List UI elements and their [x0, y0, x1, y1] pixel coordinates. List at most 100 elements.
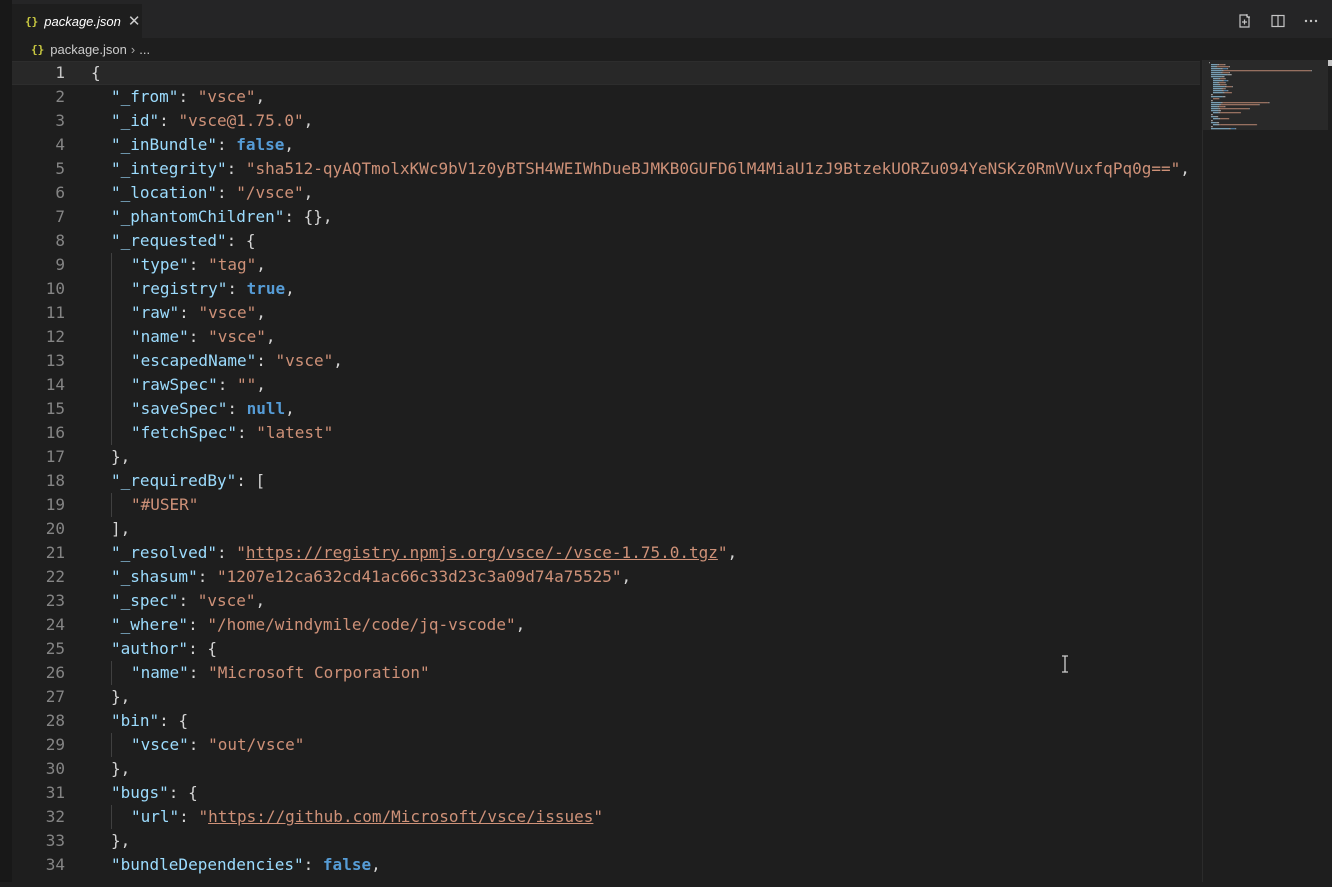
code-token: "_phantomChildren"	[111, 207, 285, 226]
code-token: "url"	[131, 807, 180, 826]
code-token: "name"	[131, 663, 189, 682]
breadcrumb-file[interactable]: package.json	[50, 42, 127, 57]
minimap-slider[interactable]	[1203, 60, 1329, 130]
code-line[interactable]: 13 "escapedName": "vsce",	[12, 349, 1200, 373]
code-editor[interactable]: 1{2 "_from": "vsce", 3 "_id": "vsce@1.75.0"…	[12, 61, 1200, 882]
code-line[interactable]: 31 "bugs": {	[12, 781, 1200, 805]
split-editor-icon[interactable]	[1269, 12, 1287, 30]
code-token: : {	[226, 231, 256, 250]
code-line[interactable]: 28 "bin": {	[12, 709, 1200, 733]
code-text: "#USER"	[131, 493, 198, 517]
code-line[interactable]: 19 "#USER"	[12, 493, 1200, 517]
code-token: :	[188, 615, 208, 634]
line-number: 31	[45, 783, 65, 802]
code-token: "saveSpec"	[131, 399, 228, 418]
code-line[interactable]: 14 "rawSpec": "",	[12, 373, 1200, 397]
line-number: 19	[45, 495, 65, 514]
code-line[interactable]: 30},	[12, 757, 1200, 781]
breadcrumb-symbols[interactable]: ...	[139, 42, 150, 57]
code-line[interactable]: 32 "url": "https://github.com/Microsoft/v…	[12, 805, 1200, 829]
more-actions-icon[interactable]	[1302, 12, 1320, 30]
code-text: "vsce": "out/vsce"	[131, 733, 304, 757]
code-token: "bundleDependencies"	[111, 855, 304, 874]
code-line[interactable]: 6 "_location": "/vsce",	[12, 181, 1200, 205]
code-text: "author": {	[111, 637, 217, 661]
breadcrumb: {} package.json › ...	[12, 38, 1332, 60]
code-line[interactable]: 20],	[12, 517, 1200, 541]
code-line[interactable]: 18 "_requiredBy": [	[12, 469, 1200, 493]
open-changes-icon[interactable]	[1236, 12, 1254, 30]
code-line[interactable]: 16 "fetchSpec": "latest"	[12, 421, 1200, 445]
code-token: ,	[256, 375, 266, 394]
code-token: :	[216, 135, 237, 154]
line-number: 30	[45, 759, 65, 778]
vertical-scrollbar[interactable]	[1328, 60, 1332, 882]
code-line[interactable]: 22 "_shasum": "1207e12ca632cd41ac66c33d23…	[12, 565, 1200, 589]
code-token: ,	[265, 327, 276, 346]
code-line[interactable]: 23 "_spec": "vsce",	[12, 589, 1200, 613]
line-number: 1	[55, 63, 65, 82]
code-line[interactable]: 21 "_resolved": "https://registry.npmjs.o…	[12, 541, 1200, 565]
code-line[interactable]: 9 "type": "tag",	[12, 253, 1200, 277]
code-token: :	[188, 327, 209, 346]
code-line[interactable]: 1{	[12, 61, 1200, 85]
code-line[interactable]: 10 "registry": true,	[12, 277, 1200, 301]
indent-guide	[111, 421, 112, 445]
code-token: "name"	[131, 327, 189, 346]
line-number: 34	[45, 855, 65, 874]
indent-guide	[111, 277, 112, 301]
code-line[interactable]: 12 "name": "vsce",	[12, 325, 1200, 349]
code-token: "out/vsce"	[208, 735, 305, 754]
code-line[interactable]: 29 "vsce": "out/vsce"	[12, 733, 1200, 757]
code-line[interactable]: 4 "_inBundle": false,	[12, 133, 1200, 157]
code-text: },	[111, 685, 130, 709]
code-token[interactable]: https://registry.npmjs.org/vsce/-/vsce-1…	[246, 543, 718, 562]
activity-edge	[0, 0, 12, 882]
code-token: "vsce"	[197, 87, 256, 106]
code-token: ,	[303, 183, 314, 202]
code-line[interactable]: 17},	[12, 445, 1200, 469]
code-line[interactable]: 24 "_where": "/home/windymile/code/jq-vsc…	[12, 613, 1200, 637]
json-file-icon: {}	[31, 42, 45, 56]
editor-actions	[1236, 4, 1320, 38]
code-token: "#USER"	[131, 495, 199, 514]
tab-package-json[interactable]: {} package.json ✕	[12, 4, 142, 38]
code-line[interactable]: 11 "raw": "vsce",	[12, 301, 1200, 325]
code-line[interactable]: 34 "bundleDependencies": false,	[12, 853, 1200, 877]
code-line[interactable]: 26 "name": "Microsoft Corporation"	[12, 661, 1200, 685]
line-number: 22	[45, 567, 65, 586]
code-text: "rawSpec": "",	[131, 373, 266, 397]
code-text: "type": "tag",	[131, 253, 266, 277]
code-line[interactable]: 8 "_requested": {	[12, 229, 1200, 253]
line-number: 27	[45, 687, 65, 706]
minimap[interactable]	[1202, 60, 1329, 882]
code-token: : [	[236, 471, 266, 490]
code-token: ,	[256, 255, 266, 274]
code-line[interactable]: 3 "_id": "vsce@1.75.0",	[12, 109, 1200, 133]
code-line[interactable]: 25 "author": {	[12, 637, 1200, 661]
code-line[interactable]: 33},	[12, 829, 1200, 853]
code-text: "registry": true,	[131, 277, 295, 301]
line-number: 4	[55, 135, 65, 154]
code-token[interactable]: https://github.com/Microsoft/vsce/issues	[208, 807, 593, 826]
line-number: 25	[45, 639, 65, 658]
code-line[interactable]: 27},	[12, 685, 1200, 709]
code-token: "_requiredBy"	[111, 471, 237, 490]
code-token: "1207e12ca632cd41ac66c33d23c3a09d74a7552…	[216, 567, 622, 586]
indent-guide	[111, 325, 112, 349]
close-icon[interactable]: ✕	[128, 12, 141, 30]
code-line[interactable]: 2 "_from": "vsce",	[12, 85, 1200, 109]
code-line[interactable]: 7 "_phantomChildren": {},	[12, 205, 1200, 229]
code-line[interactable]: 5 "_integrity": "sha512-qyAQTmolxKWc9bV1z…	[12, 157, 1200, 181]
code-text: "_integrity": "sha512-qyAQTmolxKWc9bV1z0…	[111, 157, 1190, 181]
scrollbar-thumb[interactable]	[1328, 60, 1332, 66]
code-text: "_location": "/vsce",	[111, 181, 313, 205]
code-text: "bin": {	[111, 709, 188, 733]
code-token: "fetchSpec"	[131, 423, 237, 442]
code-token: :	[159, 111, 179, 130]
indent-guide	[111, 805, 112, 829]
code-line[interactable]: 15 "saveSpec": null,	[12, 397, 1200, 421]
indent-guide	[111, 397, 112, 421]
line-number: 7	[55, 207, 65, 226]
code-text: "_shasum": "1207e12ca632cd41ac66c33d23c3…	[111, 565, 631, 589]
